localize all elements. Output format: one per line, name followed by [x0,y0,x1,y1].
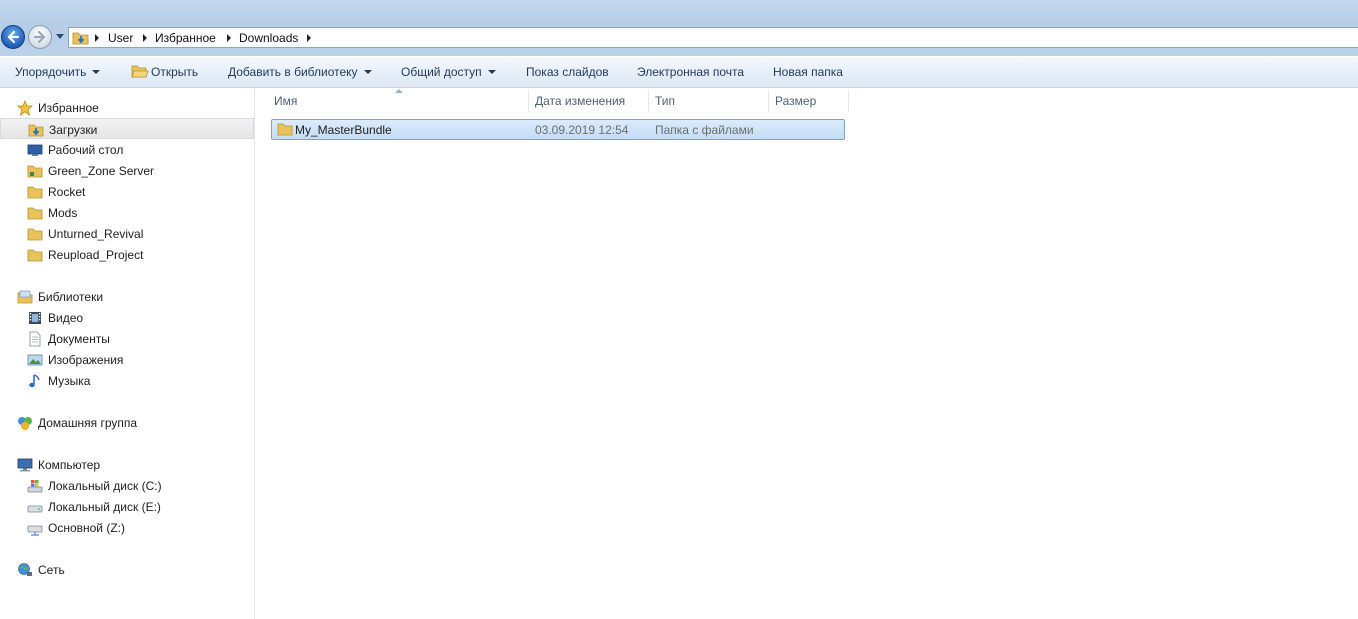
breadcrumb-separator-icon[interactable] [307,34,311,42]
open-folder-icon [131,65,149,78]
back-button[interactable] [1,25,25,49]
pictures-icon [27,354,43,366]
nav-item-label: Изображения [48,353,124,367]
nav-item-label: Локальный диск (C:) [48,479,162,493]
email-button[interactable]: Электронная почта [637,65,744,79]
homegroup-icon [18,417,32,430]
column-header-date[interactable]: Дата изменения [528,90,649,112]
nav-computer[interactable]: Компьютер [0,454,254,475]
nav-item-label: Mods [48,206,78,220]
nav-item-label: Reupload_Project [48,248,144,262]
navigation-pane: Избранное Загрузки Рабочий стол Green_Zo… [0,88,255,619]
column-header-size[interactable]: Размер [768,90,849,112]
network-drive-icon [27,525,43,536]
star-icon [17,100,33,116]
downloads-folder-icon [28,124,44,137]
add-to-library-button[interactable]: Добавить в библиотеку [228,65,372,79]
nav-item-music[interactable]: Музыка [0,370,254,391]
share-label: Общий доступ [401,65,482,79]
chevron-down-icon [487,70,496,74]
folder-icon [27,228,43,241]
nav-item-label: Основной (Z:) [48,521,126,535]
nav-item-label: Rocket [48,185,86,199]
nav-item-downloads[interactable]: Загрузки [0,118,254,139]
nav-item-documents[interactable]: Документы [0,328,254,349]
nav-item-unturned-revival[interactable]: Unturned_Revival [0,223,254,244]
address-bar-area: User Избранное Downloads [0,0,1358,56]
breadcrumb-favorites[interactable]: Избранное [155,31,216,45]
folder-icon [277,123,293,136]
nav-item-drive-z[interactable]: Основной (Z:) [0,517,254,538]
nav-homegroup[interactable]: Домашняя группа [0,412,254,433]
nav-item-label: Green_Zone Server [48,164,155,178]
forward-button[interactable] [28,25,52,49]
video-icon [29,312,41,324]
breadcrumb-separator-icon[interactable] [227,34,231,42]
file-name: My_MasterBundle [295,123,392,137]
nav-item-desktop[interactable]: Рабочий стол [0,139,254,160]
breadcrumb-separator-icon[interactable] [143,34,147,42]
sort-ascending-icon [395,89,403,93]
drive-icon [27,505,43,513]
nav-item-green-zone-server[interactable]: Green_Zone Server [0,160,254,181]
nav-computer-label: Компьютер [38,458,101,472]
nav-network-label: Сеть [38,563,65,577]
add-to-library-label: Добавить в библиотеку [228,65,358,79]
arrow-right-icon [33,30,46,44]
nav-homegroup-label: Домашняя группа [38,416,138,430]
file-row[interactable]: My_MasterBundle 03.09.2019 12:54 Папка с… [271,119,845,140]
nav-item-rocket[interactable]: Rocket [0,181,254,202]
breadcrumb-user[interactable]: User [108,31,133,45]
libraries-icon [17,290,33,304]
folder-icon [27,186,43,199]
share-button[interactable]: Общий доступ [401,65,496,79]
document-icon [29,331,41,347]
chevron-down-icon [363,70,372,74]
music-note-icon [29,374,40,388]
nav-item-label: Загрузки [49,123,98,137]
nav-item-pictures[interactable]: Изображения [0,349,254,370]
network-icon [18,563,32,576]
file-date: 03.09.2019 12:54 [535,123,629,137]
downloads-folder-icon [72,32,89,45]
breadcrumb-downloads[interactable]: Downloads [239,31,298,45]
command-toolbar: Упорядочить Открыть Добавить в библиотек… [0,57,1358,88]
nav-network[interactable]: Сеть [0,559,254,580]
folder-icon [27,249,43,262]
nav-libraries-label: Библиотеки [38,290,104,304]
nav-item-label: Видео [48,311,84,325]
chevron-down-icon [92,70,101,74]
new-folder-button[interactable]: Новая папка [773,65,843,79]
nav-item-label: Документы [48,332,110,346]
nav-item-label: Unturned_Revival [48,227,144,241]
nav-item-reupload-project[interactable]: Reupload_Project [0,244,254,265]
organize-label: Упорядочить [15,65,87,79]
open-button[interactable]: Открыть [131,65,199,79]
nav-item-mods[interactable]: Mods [0,202,254,223]
nav-item-video[interactable]: Видео [0,307,254,328]
column-header-name[interactable]: Имя [267,90,529,112]
folder-icon [27,207,43,220]
nav-item-drive-e[interactable]: Локальный диск (E:) [0,496,254,517]
computer-icon [17,458,33,472]
nav-item-label: Локальный диск (E:) [48,500,161,514]
nav-item-drive-c[interactable]: Локальный диск (C:) [0,475,254,496]
recent-pages-dropdown-icon[interactable] [55,33,65,41]
shortcut-folder-icon [27,165,43,178]
breadcrumb-separator-icon[interactable] [95,34,99,42]
arrow-left-icon [7,30,20,44]
nav-item-label: Музыка [48,374,91,388]
system-drive-icon [27,480,43,493]
desktop-icon [27,144,43,156]
open-label: Открыть [151,65,199,79]
nav-libraries[interactable]: Библиотеки [0,286,254,307]
file-type: Папка с файлами [655,123,754,137]
slideshow-button[interactable]: Показ слайдов [526,65,609,79]
address-field[interactable]: User Избранное Downloads [68,27,1358,48]
organize-button[interactable]: Упорядочить [15,65,101,79]
nav-item-label: Рабочий стол [48,143,124,157]
nav-favorites[interactable]: Избранное [0,97,254,118]
column-header-type[interactable]: Тип [648,90,769,112]
nav-favorites-label: Избранное [38,101,99,115]
